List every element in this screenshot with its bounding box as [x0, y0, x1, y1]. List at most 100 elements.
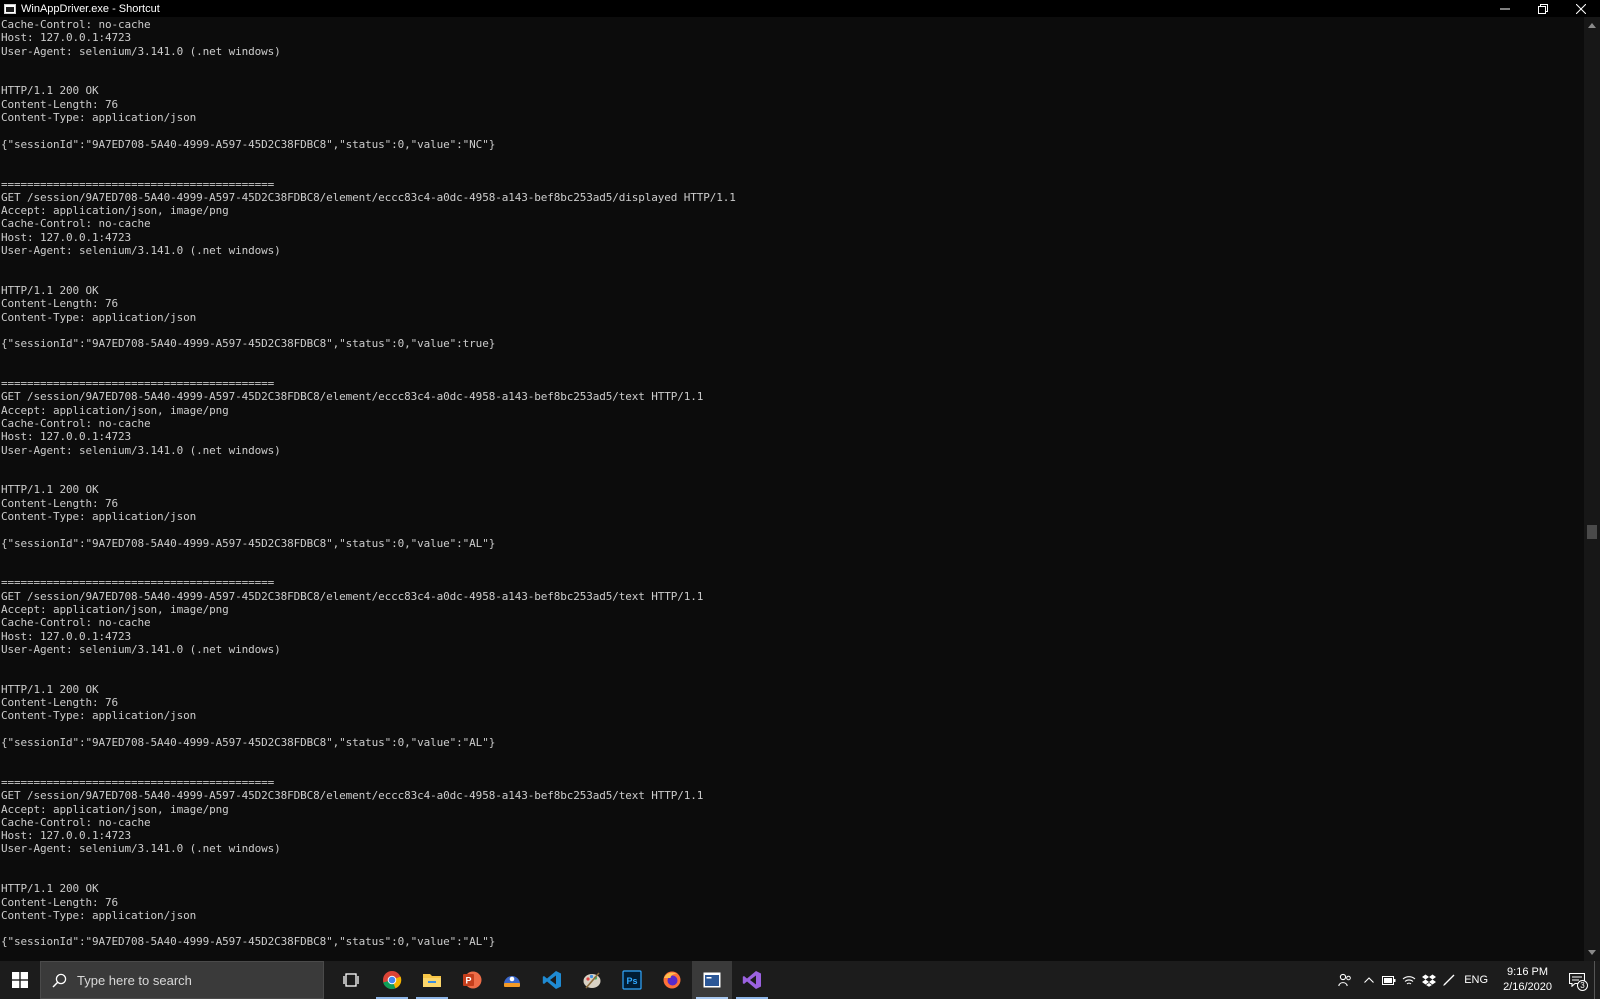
- close-icon: [1576, 3, 1586, 14]
- console-line: Content-Type: application/json: [1, 908, 197, 922]
- search-input[interactable]: [77, 972, 297, 988]
- svg-text:P: P: [465, 976, 471, 986]
- console-line: ========================================…: [1, 377, 275, 391]
- firefox-icon: [663, 971, 681, 989]
- console-line: User-Agent: selenium/3.141.0 (.net windo…: [1, 642, 281, 656]
- taskbar-firefox[interactable]: [652, 961, 692, 999]
- window-controls: [1486, 0, 1600, 17]
- console-line: GET /session/9A7ED708-5A40-4999-A597-45D…: [1, 589, 704, 603]
- console-line: GET /session/9A7ED708-5A40-4999-A597-45D…: [1, 789, 704, 803]
- people-icon: [1338, 973, 1352, 987]
- input-language[interactable]: ENG: [1464, 974, 1488, 986]
- taskbar-visual-studio[interactable]: [732, 961, 772, 999]
- show-desktop-button[interactable]: [1594, 961, 1600, 999]
- vertical-scrollbar[interactable]: [1584, 17, 1600, 961]
- taskbar-console-window[interactable]: [692, 961, 732, 999]
- task-view-button[interactable]: [332, 961, 372, 999]
- taskbar-search[interactable]: [40, 961, 324, 999]
- taskbar-file-explorer[interactable]: [412, 961, 452, 999]
- wifi-icon: [1402, 976, 1416, 985]
- clock-time: 9:16 PM: [1507, 966, 1549, 978]
- visual-studio-icon: [742, 971, 761, 989]
- console-line: HTTP/1.1 200 OK: [1, 882, 99, 896]
- clock[interactable]: 9:16 PM 2/16/2020: [1503, 965, 1552, 995]
- action-center-button[interactable]: 3: [1560, 961, 1594, 999]
- file-explorer-icon: [423, 974, 441, 987]
- system-tray: ENG 9:16 PM 2/16/2020 3: [1331, 961, 1600, 999]
- console-line: Content-Length: 76: [1, 97, 119, 111]
- minimize-icon: [1500, 8, 1510, 9]
- console-line: Cache-Control: no-cache: [1, 815, 151, 829]
- console-line: {"sessionId":"9A7ED708-5A40-4999-A597-45…: [1, 536, 496, 550]
- console-lines: Cache-Control: no-cache Host: 127.0.0.1:4…: [0, 17, 1584, 949]
- scroll-up-arrow-icon[interactable]: [1588, 23, 1596, 28]
- taskbar-paint[interactable]: [572, 961, 612, 999]
- taskbar-vscode[interactable]: [532, 961, 572, 999]
- console-line: Cache-Control: no-cache: [1, 616, 151, 630]
- notification-count-badge: 3: [1577, 980, 1588, 991]
- console-line: HTTP/1.1 200 OK: [1, 84, 99, 98]
- photoshop-icon: Ps: [622, 970, 642, 990]
- close-button[interactable]: [1562, 0, 1600, 17]
- scroll-down-arrow-icon[interactable]: [1588, 950, 1596, 955]
- restore-button[interactable]: [1524, 0, 1562, 17]
- taskbar-chrome[interactable]: [372, 961, 412, 999]
- app-blue-orange-icon: [504, 976, 520, 987]
- console-line: Content-Length: 76: [1, 297, 119, 311]
- console-line: ========================================…: [1, 576, 275, 590]
- console-line: Cache-Control: no-cache: [1, 18, 151, 31]
- console-line: HTTP/1.1 200 OK: [1, 682, 99, 696]
- tray-battery[interactable]: [1379, 961, 1399, 999]
- console-output[interactable]: Cache-Control: no-cache Host: 127.0.0.1:4…: [0, 17, 1584, 961]
- dropbox-icon: [1422, 974, 1437, 987]
- windows-logo-icon: [12, 972, 28, 988]
- taskbar-app-blue-orange[interactable]: [492, 961, 532, 999]
- tray-people[interactable]: [1331, 961, 1359, 999]
- console-line: ========================================…: [1, 775, 275, 789]
- scrollbar-thumb[interactable]: [1587, 525, 1597, 539]
- console-line: User-Agent: selenium/3.141.0 (.net windo…: [1, 244, 281, 258]
- taskbar-photoshop[interactable]: Ps: [612, 961, 652, 999]
- console-line: Content-Length: 76: [1, 496, 119, 510]
- console-line: ========================================…: [1, 177, 275, 191]
- minimize-button[interactable]: [1486, 0, 1524, 17]
- console-line: HTTP/1.1 200 OK: [1, 283, 99, 297]
- tray-network[interactable]: [1399, 961, 1419, 999]
- tray-dropbox[interactable]: [1419, 961, 1439, 999]
- console-line: Host: 127.0.0.1:4723: [1, 31, 132, 45]
- tray-show-hidden[interactable]: [1359, 961, 1379, 999]
- chrome-icon: [383, 971, 402, 990]
- restore-icon: [1538, 3, 1548, 14]
- start-button[interactable]: [0, 961, 40, 999]
- console-line: Cache-Control: no-cache: [1, 217, 151, 231]
- console-line: {"sessionId":"9A7ED708-5A40-4999-A597-45…: [1, 736, 496, 750]
- tray-pen[interactable]: [1439, 961, 1459, 999]
- paint-icon: [583, 972, 601, 989]
- console-line: Host: 127.0.0.1:4723: [1, 629, 132, 643]
- console-line: GET /session/9A7ED708-5A40-4999-A597-45D…: [1, 390, 704, 404]
- title-bar[interactable]: WinAppDriver.exe - Shortcut: [0, 0, 1600, 17]
- console-line: {"sessionId":"9A7ED708-5A40-4999-A597-45…: [1, 137, 496, 151]
- taskbar-powerpoint[interactable]: P: [452, 961, 492, 999]
- console-line: Content-Type: application/json: [1, 709, 197, 723]
- console-app-icon: [4, 3, 16, 14]
- console-line: Accept: application/json, image/png: [1, 204, 229, 218]
